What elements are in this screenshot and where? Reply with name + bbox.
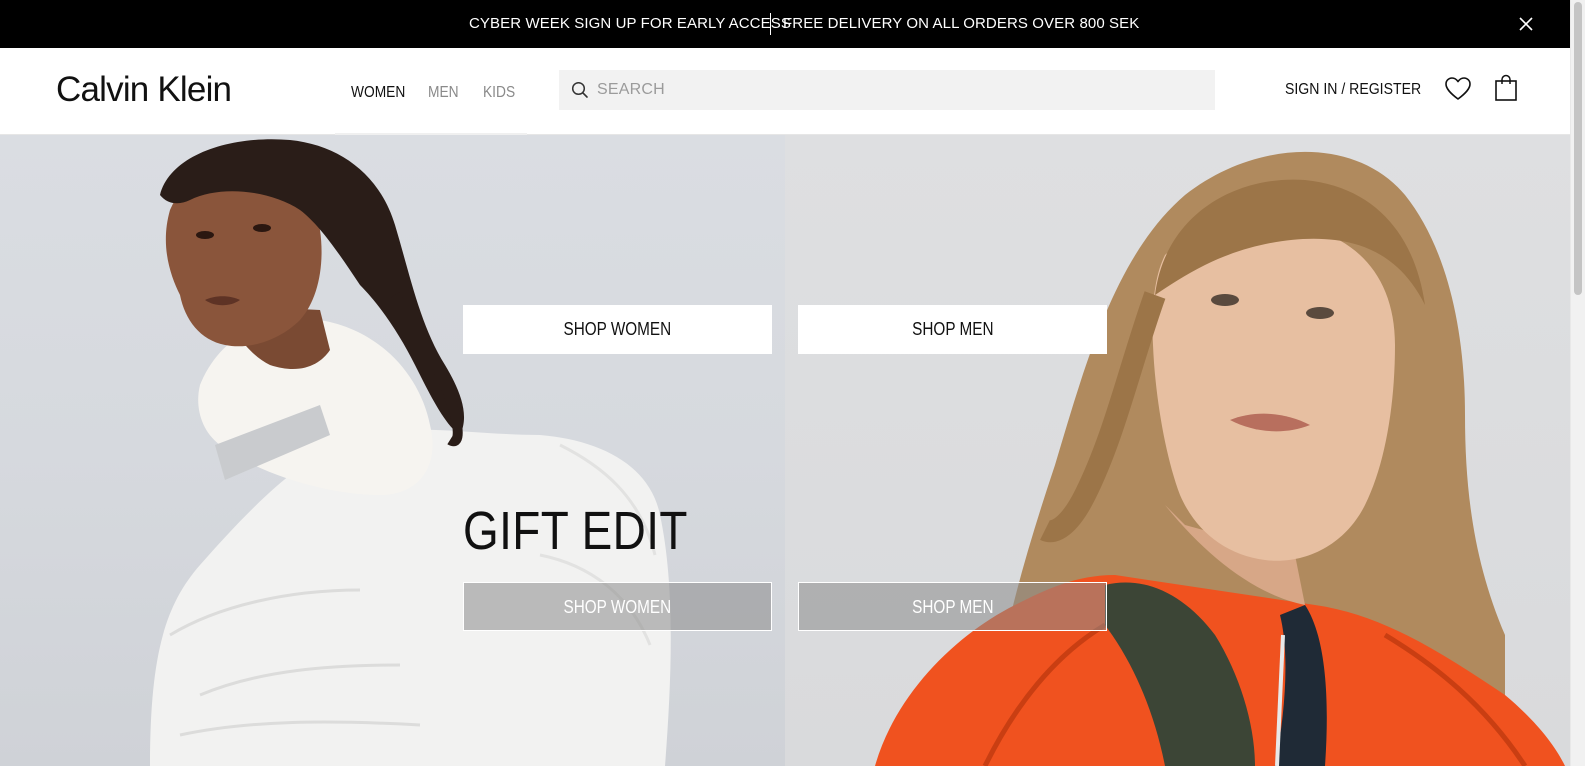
site-header: Calvin Klein WOMEN MEN KIDS SIGN IN / RE… bbox=[0, 48, 1570, 135]
search-box[interactable] bbox=[559, 70, 1215, 110]
shop-men-button[interactable]: SHOP MEN bbox=[798, 305, 1107, 354]
shop-women-secondary-button[interactable]: SHOP WOMEN bbox=[463, 582, 772, 631]
hero-men-image[interactable]: SHOP MEN SHOP MEN bbox=[785, 135, 1570, 766]
shop-women-button[interactable]: SHOP WOMEN bbox=[463, 305, 772, 354]
shop-men-secondary-label: SHOP MEN bbox=[911, 597, 994, 617]
search-input[interactable] bbox=[597, 70, 1197, 110]
shop-men-label: SHOP MEN bbox=[911, 319, 994, 339]
page-scrollbar[interactable] bbox=[1570, 0, 1585, 766]
nav-kids[interactable]: KIDS bbox=[483, 84, 515, 102]
promo-early-access-text[interactable]: CYBER WEEK SIGN UP FOR EARLY ACCESS bbox=[469, 15, 791, 32]
close-icon[interactable] bbox=[1516, 14, 1536, 34]
promo-free-delivery-text[interactable]: FREE DELIVERY ON ALL ORDERS OVER 800 SEK bbox=[783, 15, 1139, 32]
promo-bar: CYBER WEEK SIGN UP FOR EARLY ACCESS FREE… bbox=[0, 0, 1570, 48]
promo-divider bbox=[770, 13, 771, 35]
nav-women[interactable]: WOMEN bbox=[351, 84, 405, 102]
women-model-illustration bbox=[150, 139, 671, 766]
shop-women-secondary-label: SHOP WOMEN bbox=[563, 597, 672, 617]
sign-in-register-link[interactable]: SIGN IN / REGISTER bbox=[1285, 81, 1421, 99]
shop-men-secondary-button[interactable]: SHOP MEN bbox=[798, 582, 1107, 631]
nav-men[interactable]: MEN bbox=[428, 84, 459, 102]
shop-women-label: SHOP WOMEN bbox=[563, 319, 672, 339]
scrollbar-thumb[interactable] bbox=[1574, 2, 1582, 295]
shopping-bag-icon[interactable] bbox=[1494, 74, 1518, 102]
heart-icon[interactable] bbox=[1444, 76, 1472, 102]
brand-logo[interactable]: Calvin Klein bbox=[56, 70, 232, 110]
hero-banner: SHOP WOMEN GIFT EDIT SHOP WOMEN SHOP MEN… bbox=[0, 135, 1570, 766]
hero-title: GIFT EDIT bbox=[463, 501, 688, 561]
search-icon bbox=[571, 81, 588, 98]
hero-women-image[interactable]: SHOP WOMEN GIFT EDIT SHOP WOMEN bbox=[0, 135, 785, 766]
men-model-illustration bbox=[875, 151, 1565, 766]
